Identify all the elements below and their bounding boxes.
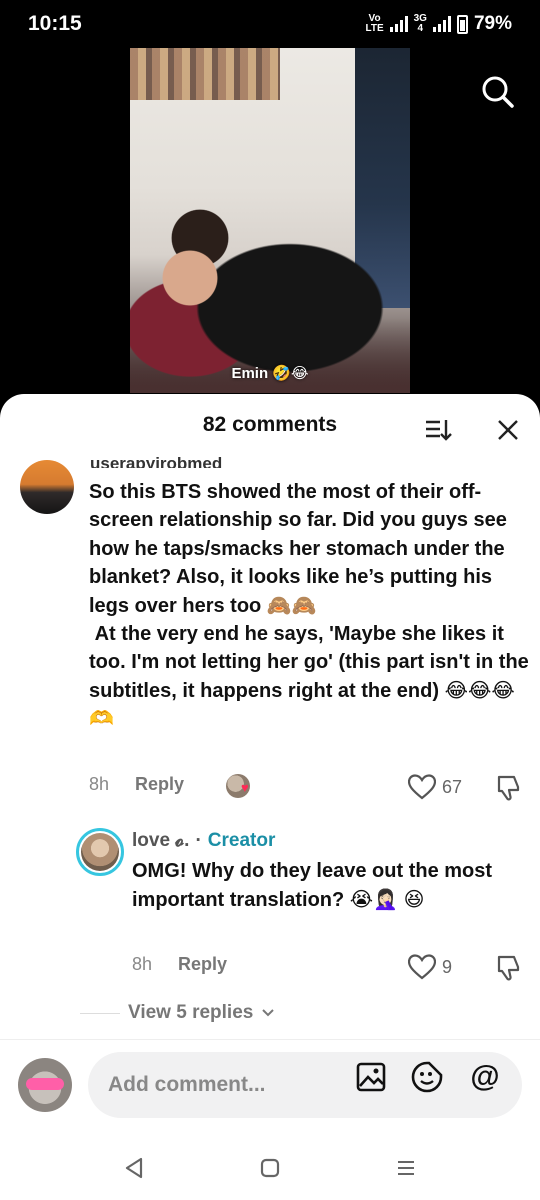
close-icon (498, 420, 518, 440)
nav-home-button[interactable] (250, 1148, 290, 1188)
signal-icon (389, 16, 408, 32)
emoji-button[interactable] (410, 1060, 444, 1094)
creator-badge: Creator (207, 830, 276, 851)
image-icon (356, 1062, 386, 1092)
nav-back-button[interactable] (114, 1148, 154, 1188)
creator-liked-heart-icon: ♥ (241, 780, 249, 795)
chevron-down-icon (262, 1009, 275, 1017)
comments-sheet: 82 comments userapyirobmed So this BTS s… (0, 394, 540, 1200)
network-type-bottom: 4 (417, 23, 424, 34)
reply-like-button[interactable]: 9 (408, 954, 452, 980)
reply-author-separator: · (195, 830, 202, 851)
heart-outline-icon (408, 774, 436, 800)
sort-button[interactable] (422, 414, 454, 446)
signal-2-icon (432, 16, 451, 32)
comment-like-count: 67 (442, 776, 463, 797)
battery-percent: 79% (473, 13, 512, 34)
comments-count-title: 82 comments (202, 413, 338, 436)
network-type-indicator: 3G 4 (414, 14, 427, 34)
search-button[interactable] (478, 72, 518, 112)
creator-avatar[interactable] (76, 828, 124, 876)
reply-like-count: 9 (442, 956, 453, 977)
volte-indicator: Vo LTE (365, 14, 383, 34)
video-player[interactable]: Emin 🤣😂 (130, 48, 410, 393)
status-bar: 10:15 Vo LTE 3G 4 79% (0, 0, 540, 48)
reply-author-name[interactable]: love 𝓸. (132, 830, 189, 852)
battery-icon (456, 14, 468, 34)
mention-button[interactable]: @ (468, 1060, 502, 1094)
view-replies-button[interactable]: View 5 replies (80, 1002, 275, 1024)
status-time: 10:15 (28, 12, 82, 35)
comment-like-button[interactable]: 67 (408, 774, 462, 800)
reply-author-row: love 𝓸. · Creator (132, 830, 275, 852)
video-background-tapestry (130, 48, 280, 100)
reply-meta: 8h Reply (132, 954, 227, 975)
reply-text: OMG! Why do they leave out the most impo… (132, 860, 493, 911)
comment-reply-button[interactable]: Reply (135, 774, 184, 795)
thumbs-down-icon (497, 775, 520, 801)
reply-dislike-button[interactable] (494, 954, 522, 987)
my-avatar (18, 1058, 72, 1112)
reply-reply-button[interactable]: Reply (178, 954, 227, 975)
video-caption: Emin 🤣😂 (231, 365, 309, 382)
comment-input-bar: Add comment... @ (0, 1039, 540, 1129)
home-icon (260, 1158, 280, 1178)
heart-outline-icon (408, 954, 436, 980)
image-button[interactable] (354, 1060, 388, 1094)
reply-time: 8h (132, 954, 153, 974)
comments-header: 82 comments (0, 394, 540, 456)
status-icons: Vo LTE 3G 4 79% (365, 13, 512, 35)
recents-icon (398, 1161, 414, 1175)
commenter-username[interactable]: userapyirobmed (90, 452, 222, 468)
view-replies-label: View 5 replies (128, 1002, 254, 1023)
close-button[interactable] (492, 414, 524, 446)
emoji-icon (411, 1061, 443, 1093)
comment-input-placeholder: Add comment... (108, 1073, 266, 1096)
sunglasses-decoration (26, 1078, 64, 1090)
search-icon (482, 76, 514, 108)
mention-icon: @ (470, 1060, 500, 1093)
comment-meta: 8h Reply (89, 774, 184, 795)
comment-time: 8h (89, 774, 110, 794)
volte-bottom: LTE (365, 23, 384, 34)
system-navigation-bar (0, 1130, 540, 1200)
comment-dislike-button[interactable] (494, 774, 522, 807)
thumbs-down-icon (497, 955, 520, 981)
screen: 10:15 Vo LTE 3G 4 79% Emin 🤣😂 82 comment… (0, 0, 540, 1200)
comment-input[interactable]: Add comment... (88, 1052, 522, 1118)
nav-recents-button[interactable] (386, 1148, 426, 1188)
comment-text: So this BTS showed the most of their off… (89, 481, 529, 731)
view-replies-divider (80, 1012, 120, 1014)
back-icon (125, 1157, 143, 1179)
sort-icon (426, 420, 452, 441)
commenter-avatar[interactable] (20, 460, 74, 514)
